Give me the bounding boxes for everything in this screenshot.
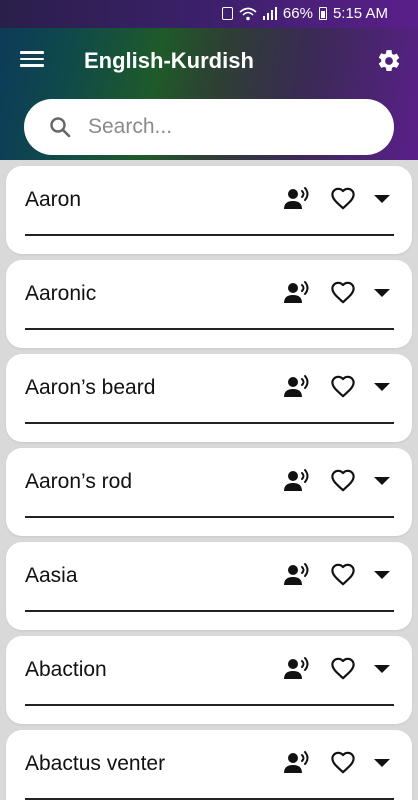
word-divider [25, 798, 394, 800]
word-label: Abaction [25, 658, 107, 681]
clock: 5:15 AM [332, 5, 388, 22]
search-input[interactable] [88, 109, 378, 145]
speaker-voice-icon[interactable] [283, 280, 311, 306]
speaker-voice-icon[interactable] [283, 656, 311, 682]
caret-down-icon[interactable] [372, 568, 392, 582]
caret-down-icon[interactable] [372, 286, 392, 300]
word-divider [25, 328, 394, 330]
word-card[interactable]: Aaron [6, 166, 412, 254]
heart-outline-icon[interactable] [330, 562, 356, 588]
search-icon [50, 117, 71, 138]
wifi-icon [239, 7, 257, 20]
word-card[interactable]: Aaronic [6, 260, 412, 348]
word-label: Aaron’s beard [25, 376, 156, 399]
hamburger-menu-icon[interactable] [18, 48, 46, 74]
heart-outline-icon[interactable] [330, 374, 356, 400]
word-card[interactable]: Aaron’s rod [6, 448, 412, 536]
word-divider [25, 610, 394, 612]
gear-icon[interactable] [376, 48, 402, 74]
caret-down-icon[interactable] [372, 474, 392, 488]
heart-outline-icon[interactable] [330, 280, 356, 306]
speaker-voice-icon[interactable] [283, 468, 311, 494]
word-label: Aaronic [25, 282, 97, 305]
word-label: Aasia [25, 564, 78, 587]
battery-icon [318, 7, 327, 20]
speaker-voice-icon[interactable] [283, 186, 311, 212]
word-divider [25, 704, 394, 706]
battery-percent: 66% [282, 5, 313, 22]
caret-down-icon[interactable] [372, 192, 392, 206]
caret-down-icon[interactable] [372, 380, 392, 394]
sim-icon [221, 7, 233, 20]
word-card[interactable]: Aaron’s beard [6, 354, 412, 442]
heart-outline-icon[interactable] [330, 468, 356, 494]
app-title: English-Kurdish [84, 48, 254, 73]
caret-down-icon[interactable] [372, 662, 392, 676]
speaker-voice-icon[interactable] [283, 750, 311, 776]
caret-down-icon[interactable] [372, 756, 392, 770]
search-bar[interactable] [24, 99, 394, 155]
heart-outline-icon[interactable] [330, 656, 356, 682]
word-list: Aaron Aaronic Aaron’s beard Aaron’s rod … [6, 166, 412, 800]
word-label: Aaron [25, 188, 82, 211]
word-divider [25, 422, 394, 424]
heart-outline-icon[interactable] [330, 186, 356, 212]
word-card[interactable]: Aasia [6, 542, 412, 630]
word-divider [25, 516, 394, 518]
speaker-voice-icon[interactable] [283, 562, 311, 588]
speaker-voice-icon[interactable] [283, 374, 311, 400]
word-label: Abactus venter [25, 752, 166, 775]
status-bar: 66% 5:15 AM [0, 0, 418, 28]
word-card[interactable]: Abactus venter [6, 730, 412, 800]
word-divider [25, 234, 394, 236]
app-bar: English-Kurdish [0, 28, 418, 94]
heart-outline-icon[interactable] [330, 750, 356, 776]
word-label: Aaron’s rod [25, 470, 133, 493]
signal-icon [262, 7, 277, 20]
word-card[interactable]: Abaction [6, 636, 412, 724]
